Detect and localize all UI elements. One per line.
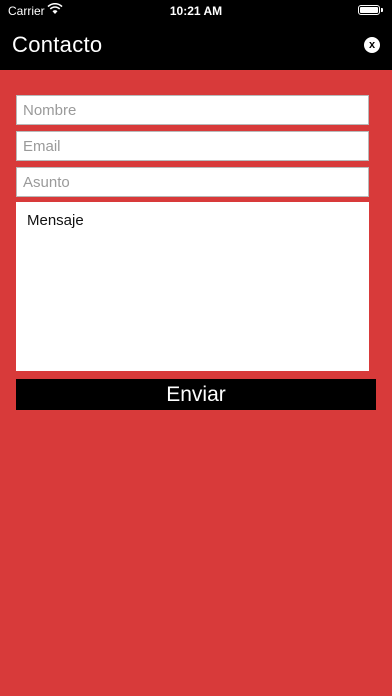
- page-title: Contacto: [12, 32, 103, 57]
- subject-field[interactable]: Asunto: [16, 167, 369, 197]
- send-button[interactable]: Enviar: [16, 379, 376, 410]
- close-icon: x: [368, 39, 376, 51]
- close-button[interactable]: x: [364, 37, 380, 53]
- battery-icon: [358, 5, 380, 15]
- name-placeholder: Nombre: [23, 102, 77, 119]
- battery-tip: [381, 8, 383, 12]
- top-bar: Carrier 10:21 AM Contacto x: [0, 0, 392, 70]
- status-bar: Carrier 10:21 AM: [0, 0, 392, 22]
- email-placeholder: Email: [23, 138, 61, 155]
- message-textarea[interactable]: Mensaje: [16, 202, 369, 371]
- status-time: 10:21 AM: [169, 4, 223, 18]
- subject-placeholder: Asunto: [23, 174, 70, 191]
- message-text: Mensaje: [27, 212, 84, 229]
- name-field[interactable]: Nombre: [16, 95, 369, 125]
- email-field[interactable]: Email: [16, 131, 369, 161]
- send-label: Enviar: [166, 382, 226, 406]
